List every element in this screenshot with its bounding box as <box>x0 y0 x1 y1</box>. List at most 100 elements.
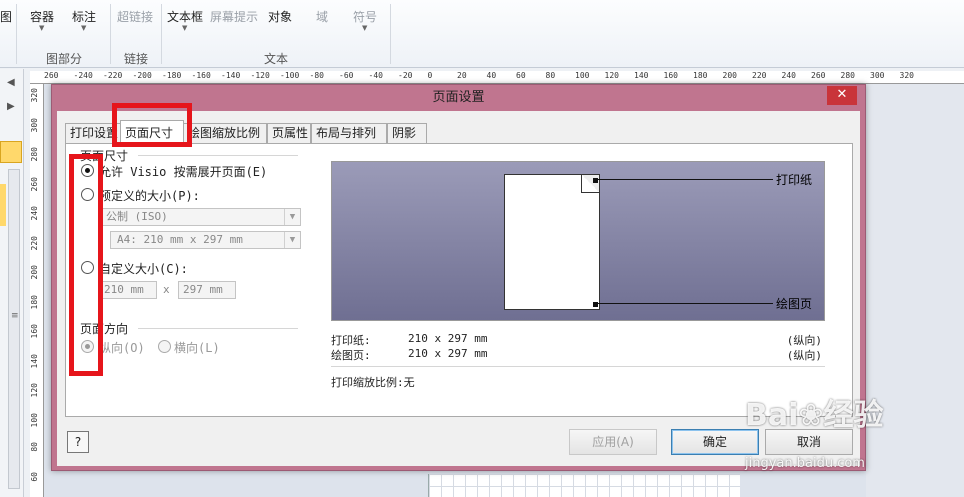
ruler-tick-label: 200 <box>722 71 737 80</box>
ruler-tick-label: 140 <box>30 353 39 368</box>
ruler-tick-label: 120 <box>30 383 39 398</box>
tab-panel-page-size: 页面尺寸 允许 Visio 按需展开页面(E) 预定义的大小(P): 公制 (I… <box>65 143 853 417</box>
symbol-button[interactable]: 符号 ▼ <box>353 8 378 32</box>
drawing-page-info-value: 210 x 297 mm <box>408 347 488 360</box>
predefined-size-label: 预定义的大小(P): <box>99 189 200 203</box>
ruler-tick-label: 100 <box>575 71 590 80</box>
vertical-ruler: 320 300 280 260 240 220 200 180 160 140 120 100 80 60 <box>30 84 44 497</box>
ruler-tick-label: 280 <box>840 71 855 80</box>
chevron-right-icon[interactable]: ▶ <box>7 101 15 112</box>
close-button[interactable]: ✕ <box>827 86 857 105</box>
container-label: 容器 <box>30 10 55 24</box>
landscape-radio[interactable] <box>158 340 171 353</box>
ruler-tick-label: 220 <box>30 235 39 250</box>
ruler-tick-label: -120 <box>250 71 270 80</box>
callout-label: 标注 <box>72 10 97 24</box>
printer-paper-pointer <box>598 179 773 180</box>
ribbon-partial-button[interactable]: 图 <box>0 8 12 25</box>
ribbon: 图 容器 ▼ 标注 ▼ 超链接 文本框 ▼ 屏幕提示 对象 域 符号 ▼ 图部分 链接 … <box>0 0 964 68</box>
info-divider <box>331 366 825 367</box>
ruler-tick-label: -60 <box>339 71 354 80</box>
ruler-tick-label: -140 <box>221 71 241 80</box>
auto-expand-label: 允许 Visio 按需展开页面(E) <box>99 165 268 179</box>
page-preview: 打印纸 绘图页 <box>331 161 825 321</box>
ruler-tick-label: 80 <box>545 71 556 80</box>
scroll-grip-icon: ≡ <box>11 311 19 321</box>
tab-shadows[interactable]: 阴影 <box>387 123 427 143</box>
custom-size-label: 自定义大小(C): <box>99 262 188 276</box>
custom-width-input[interactable]: 210 mm <box>99 281 157 299</box>
printer-paper-info-label: 打印纸: <box>331 334 371 347</box>
ruler-tick-label: -200 <box>132 71 152 80</box>
canvas-margin <box>866 84 964 497</box>
paper-size-select[interactable]: A4: 210 mm x 297 mm ▼ <box>110 231 301 249</box>
tab-page-properties[interactable]: 页属性 <box>267 123 311 143</box>
object-button[interactable]: 对象 <box>268 8 292 25</box>
ribbon-separator <box>110 4 111 64</box>
drawing-page-grid[interactable] <box>428 474 740 497</box>
hyperlink-button[interactable]: 超链接 <box>117 8 153 25</box>
ruler-tick-label: 160 <box>663 71 678 80</box>
ruler-tick-label: 300 <box>30 117 39 132</box>
landscape-label: 横向(L) <box>174 341 220 355</box>
chevron-down-icon: ▼ <box>284 232 300 248</box>
ruler-tick-label: 180 <box>693 71 708 80</box>
ruler-tick-label: 260 <box>44 71 59 80</box>
ruler-tick-label: -220 <box>103 71 123 80</box>
selected-stencil-tab[interactable] <box>0 141 22 163</box>
ruler-tick-label: -20 <box>398 71 413 80</box>
screentip-button[interactable]: 屏幕提示 <box>210 8 258 25</box>
chevron-down-icon: ▼ <box>81 24 87 32</box>
highlight-box-tab <box>112 103 192 147</box>
ruler-tick-label: -100 <box>280 71 300 80</box>
ruler-tick-label: 240 <box>781 71 796 80</box>
callout-button[interactable]: 标注 ▼ <box>72 8 97 32</box>
group-label-diagram-parts: 图部分 <box>46 52 83 66</box>
shapes-pane-strip: ◀ ▶ ≡ <box>0 69 24 497</box>
help-button[interactable]: ? <box>67 431 89 453</box>
chevron-down-icon: ▼ <box>39 24 45 32</box>
ruler-tick-label: 60 <box>30 471 39 482</box>
ribbon-separator <box>16 4 17 64</box>
ruler-tick-label: 120 <box>604 71 619 80</box>
ruler-tick-label: 60 <box>516 71 526 80</box>
chevron-down-icon: ▼ <box>362 24 368 32</box>
print-zoom-info: 打印缩放比例:无 <box>331 376 415 389</box>
ruler-tick-label: 300 <box>870 71 885 80</box>
apply-button[interactable]: 应用(A) <box>569 429 657 455</box>
chevron-down-icon: ▼ <box>284 209 300 225</box>
drawing-page-info-orientation: (纵向) <box>786 349 822 362</box>
group-label-text: 文本 <box>264 52 289 66</box>
textbox-label: 文本框 <box>167 10 204 24</box>
portrait-label: 纵向(O) <box>99 341 145 355</box>
drawing-page-pointer <box>598 303 773 304</box>
chevron-left-icon[interactable]: ◀ <box>7 77 15 88</box>
field-button[interactable]: 域 <box>316 8 328 25</box>
group-divider <box>138 155 298 156</box>
ruler-tick-label: 320 <box>30 88 39 103</box>
dialog-body: 打印设置 页面尺寸 绘图缩放比例 页属性 布局与排列 阴影 页面尺寸 允许 Vi… <box>57 111 860 466</box>
ruler-tick-label: 280 <box>30 147 39 162</box>
group-divider <box>138 328 298 329</box>
textbox-button[interactable]: 文本框 ▼ <box>167 8 204 32</box>
vertical-scrollbar[interactable]: ≡ <box>8 169 20 489</box>
ruler-tick-label: 40 <box>486 71 497 80</box>
ribbon-separator <box>390 4 391 64</box>
ruler-tick-label: 260 <box>30 176 39 191</box>
ruler-tick-label: 200 <box>30 265 39 280</box>
paper-size-value: A4: 210 mm x 297 mm <box>117 233 243 246</box>
ruler-tick-label: 100 <box>30 412 39 427</box>
symbol-label: 符号 <box>353 10 378 24</box>
tab-layout-routing[interactable]: 布局与排列 <box>311 123 387 143</box>
ruler-tick-label: 0 <box>427 71 433 80</box>
ruler-tick-label: 140 <box>634 71 649 80</box>
ruler-tick-label: 220 <box>752 71 767 80</box>
tab-drawing-scale[interactable]: 绘图缩放比例 <box>183 123 267 143</box>
paper-standard-select[interactable]: 公制 (ISO) ▼ <box>99 208 301 226</box>
ruler-tick-label: 180 <box>30 294 39 309</box>
custom-height-input[interactable]: 297 mm <box>178 281 236 299</box>
stencil-highlight <box>0 184 6 226</box>
container-button[interactable]: 容器 ▼ <box>30 8 55 32</box>
ruler-tick-label: 20 <box>457 71 467 80</box>
preview-page <box>504 174 600 310</box>
